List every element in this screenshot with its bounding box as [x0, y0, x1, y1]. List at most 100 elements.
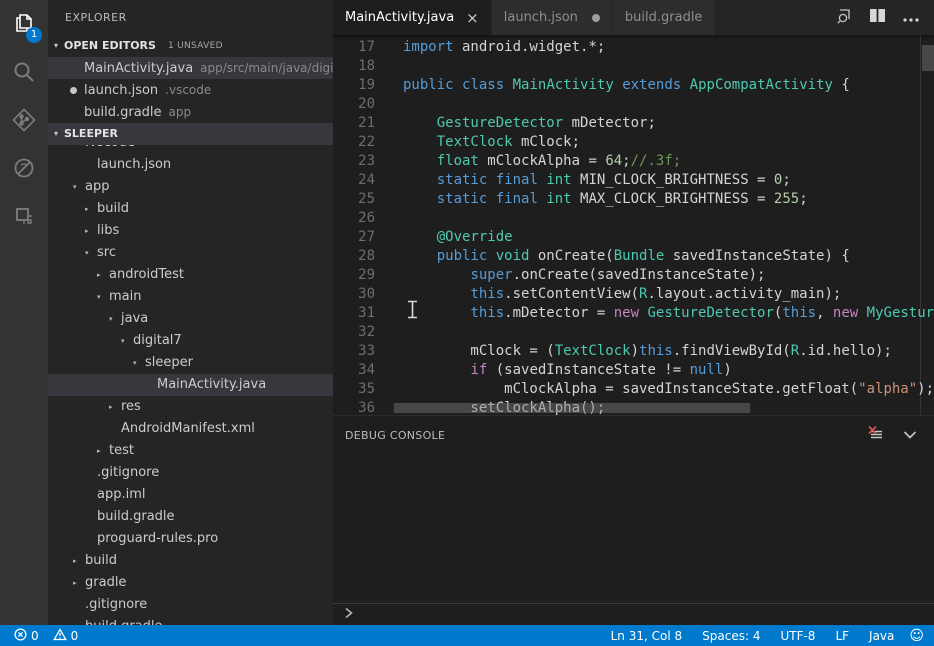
tree-item-label: .vscode: [85, 145, 135, 154]
folder-section-header[interactable]: ▾ SLEEPER: [48, 123, 333, 145]
vertical-scrollbar-thumb[interactable]: [922, 45, 934, 71]
chevron-collapsed-icon[interactable]: ▸: [97, 440, 109, 462]
tree-item-build-gradle[interactable]: build.gradle: [48, 506, 333, 528]
feedback-smiley-icon[interactable]: ☺: [909, 629, 924, 643]
indentation-status[interactable]: Spaces: 4: [697, 629, 765, 643]
activity-source-control-button[interactable]: [0, 96, 48, 144]
code-line-25[interactable]: 25 static final int MAX_CLOCK_BRIGHTNESS…: [333, 190, 920, 209]
chevron-collapsed-icon[interactable]: ▸: [97, 264, 109, 286]
code-line-22[interactable]: 22 TextClock mClock;: [333, 133, 920, 152]
tab-mainactivity-java[interactable]: MainActivity.java ×: [333, 0, 492, 35]
code-line-28[interactable]: 28 public void onCreate(Bundle savedInst…: [333, 247, 920, 266]
clear-console-icon[interactable]: [867, 425, 884, 445]
cursor-position-status[interactable]: Ln 31, Col 8: [606, 629, 688, 643]
chevron-expanded-icon[interactable]: ▾: [133, 352, 145, 374]
tree-item-res[interactable]: ▸res: [48, 396, 333, 418]
language-mode-status[interactable]: Java: [864, 629, 899, 643]
tree-item-java[interactable]: ▾java: [48, 308, 333, 330]
code-line-17[interactable]: 17import android.widget.*;: [333, 38, 920, 57]
code-line-24[interactable]: 24 static final int MIN_CLOCK_BRIGHTNESS…: [333, 171, 920, 190]
tree-item-launch-json[interactable]: launch.json: [48, 154, 333, 176]
open-editor-buildgradle[interactable]: build.gradleapp: [48, 101, 333, 123]
code-line-20[interactable]: 20: [333, 95, 920, 114]
debug-console-input[interactable]: [333, 603, 934, 625]
code-line-19[interactable]: 19public class MainActivity extends AppC…: [333, 76, 920, 95]
eol-status[interactable]: LF: [830, 629, 854, 643]
chevron-collapsed-icon[interactable]: ▸: [85, 198, 97, 220]
vertical-scrollbar[interactable]: [920, 35, 934, 415]
chevron-collapsed-icon[interactable]: ▸: [73, 572, 85, 594]
tree-item-proguard-rules-pro[interactable]: proguard-rules.pro: [48, 528, 333, 550]
open-editor-mainactivity[interactable]: MainActivity.javaapp/src/main/java/digit…: [48, 57, 333, 79]
tree-item-test[interactable]: ▸test: [48, 440, 333, 462]
tree-item-build-gradle[interactable]: build.gradle: [48, 616, 333, 625]
tree-item-app-iml[interactable]: app.iml: [48, 484, 333, 506]
code-line-23[interactable]: 23 float mClockAlpha = 64;//.3f;: [333, 152, 920, 171]
modified-dot-icon: [70, 87, 77, 94]
code-line-21[interactable]: 21 GestureDetector mDetector;: [333, 114, 920, 133]
code-editor[interactable]: 17import android.widget.*;1819public cla…: [333, 35, 934, 415]
encoding-status[interactable]: UTF-8: [775, 629, 820, 643]
code-line-35[interactable]: 35 mClockAlpha = savedInstanceState.getF…: [333, 380, 920, 399]
chevron-expanded-icon[interactable]: ▾: [85, 242, 97, 264]
code-line-27[interactable]: 27 @Override: [333, 228, 920, 247]
tree-item-androidmanifest-xml[interactable]: AndroidManifest.xml: [48, 418, 333, 440]
tree-item-sleeper[interactable]: ▾sleeper: [48, 352, 333, 374]
chevron-expanded-icon[interactable]: ▾: [73, 176, 85, 198]
tree-item-main[interactable]: ▾main: [48, 286, 333, 308]
tree-item-label: build.gradle: [97, 506, 175, 528]
tree-item-mainactivity-java[interactable]: MainActivity.java: [48, 374, 333, 396]
tree-item-label: .gitignore: [85, 594, 147, 616]
activity-extensions-button[interactable]: [0, 192, 48, 240]
chevron-expanded-icon[interactable]: ▾: [97, 286, 109, 308]
tree-item-digital7[interactable]: ▾digital7: [48, 330, 333, 352]
tab-launch-json[interactable]: launch.json: [492, 0, 613, 35]
chevron-expanded-icon[interactable]: ▾: [73, 145, 85, 154]
tree-item-label: androidTest: [109, 264, 184, 286]
code-line-26[interactable]: 26: [333, 209, 920, 228]
split-editor-icon[interactable]: [869, 8, 886, 27]
code-line-29[interactable]: 29 super.onCreate(savedInstanceState);: [333, 266, 920, 285]
activity-explorer-button[interactable]: 1: [0, 0, 48, 48]
code-line-31[interactable]: 31 this.mDetector = new GestureDetector(…: [333, 304, 920, 323]
tree-item-build[interactable]: ▸build: [48, 198, 333, 220]
panel-title: DEBUG CONSOLE: [345, 429, 445, 442]
modified-dot-icon[interactable]: [592, 14, 600, 22]
tree-item-gradle[interactable]: ▸gradle: [48, 572, 333, 594]
code-line-34[interactable]: 34 if (savedInstanceState != null): [333, 361, 920, 380]
code-line-33[interactable]: 33 mClock = (TextClock)this.findViewById…: [333, 342, 920, 361]
activity-debug-button[interactable]: [0, 144, 48, 192]
tree-item--gitignore[interactable]: .gitignore: [48, 462, 333, 484]
explorer-badge: 1: [26, 27, 42, 43]
open-editor-launchjson[interactable]: launch.json.vscode: [48, 79, 333, 101]
tab-build-gradle[interactable]: build.gradle: [613, 0, 716, 35]
chevron-collapsed-icon[interactable]: ▸: [109, 396, 121, 418]
tab-label: launch.json: [504, 10, 578, 25]
chevron-collapsed-icon[interactable]: ▸: [73, 550, 85, 572]
problems-status[interactable]: 0 0: [0, 628, 82, 644]
code-line-30[interactable]: 30 this.setContentView(R.layout.activity…: [333, 285, 920, 304]
tree-item-libs[interactable]: ▸libs: [48, 220, 333, 242]
tree-item-label: launch.json: [97, 154, 171, 176]
line-number: 31: [333, 304, 375, 323]
code-line-18[interactable]: 18: [333, 57, 920, 76]
chevron-collapsed-icon[interactable]: ▸: [85, 220, 97, 242]
open-editors-header[interactable]: ▾ OPEN EDITORS 1 UNSAVED: [48, 35, 333, 57]
activity-search-button[interactable]: [0, 48, 48, 96]
tree-item-app[interactable]: ▾app: [48, 176, 333, 198]
close-icon[interactable]: ×: [466, 9, 479, 27]
tree-item-src[interactable]: ▾src: [48, 242, 333, 264]
code-text: public void onCreate(Bundle savedInstanc…: [403, 247, 850, 266]
chevron-expanded-icon[interactable]: ▾: [109, 308, 121, 330]
open-preview-icon[interactable]: [835, 7, 853, 29]
tree-item--vscode[interactable]: ▾.vscode: [48, 145, 333, 154]
more-actions-icon[interactable]: [902, 8, 920, 27]
tree-item-build[interactable]: ▸build: [48, 550, 333, 572]
code-line-32[interactable]: 32: [333, 323, 920, 342]
tree-item-androidtest[interactable]: ▸androidTest: [48, 264, 333, 286]
horizontal-scrollbar-thumb[interactable]: [394, 403, 750, 413]
tree-item--gitignore[interactable]: .gitignore: [48, 594, 333, 616]
chevron-down-icon[interactable]: [902, 426, 918, 445]
chevron-expanded-icon[interactable]: ▾: [121, 330, 133, 352]
line-number: 23: [333, 152, 375, 171]
